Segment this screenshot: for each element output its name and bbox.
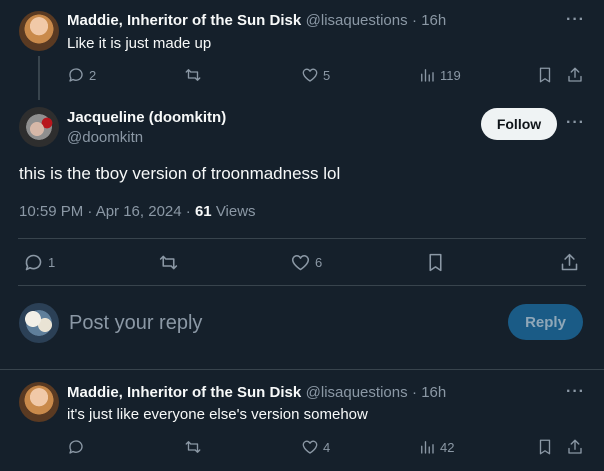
more-icon[interactable]: ···: [566, 11, 585, 29]
share-icon: [566, 438, 584, 456]
timestamp[interactable]: 10:59 PM · Apr 16, 2024 ·: [19, 203, 191, 220]
reply-icon: [67, 438, 85, 456]
tweet-text: it's just like everyone else's version s…: [67, 406, 368, 423]
bookmark-icon: [536, 438, 554, 456]
follow-button[interactable]: Follow: [481, 108, 557, 140]
share-icon: [559, 252, 580, 273]
divider: [18, 238, 586, 239]
handle[interactable]: @lisaquestions: [306, 12, 408, 29]
analytics-icon: [418, 66, 436, 84]
tweet-header: Maddie, Inheritor of the Sun Disk @lisaq…: [67, 12, 446, 30]
tweet-header: Maddie, Inheritor of the Sun Disk @lisaq…: [67, 384, 446, 402]
heart-icon: [301, 438, 319, 456]
bookmark-button[interactable]: [536, 66, 554, 84]
heart-icon: [301, 66, 319, 84]
avatar[interactable]: [19, 382, 59, 422]
bookmark-icon: [425, 252, 446, 273]
reply-icon: [67, 66, 85, 84]
views-label: Views: [215, 203, 256, 220]
retweet-button[interactable]: [184, 438, 202, 456]
handle[interactable]: @doomkitn: [67, 129, 143, 146]
reply-count: 2: [89, 67, 97, 83]
views-count: 119: [440, 67, 461, 83]
like-count: 6: [315, 255, 323, 270]
like-button[interactable]: 6: [290, 252, 322, 273]
like-count: 4: [323, 439, 331, 455]
avatar[interactable]: [19, 107, 59, 147]
reply-icon: [23, 252, 44, 273]
reply-button[interactable]: 2: [67, 66, 96, 84]
like-count: 5: [323, 67, 331, 83]
heart-icon: [290, 252, 311, 273]
analytics-icon: [418, 438, 436, 456]
share-icon: [566, 66, 584, 84]
views-count: 42: [440, 439, 455, 455]
like-button[interactable]: 5: [301, 66, 330, 84]
avatar[interactable]: [19, 11, 59, 51]
share-button[interactable]: [566, 438, 584, 456]
section-divider: [0, 369, 604, 370]
reply-count: 1: [48, 255, 56, 270]
retweet-icon: [184, 438, 202, 456]
more-icon[interactable]: ···: [566, 114, 585, 132]
divider: [18, 285, 586, 286]
retweet-icon: [158, 252, 179, 273]
share-button[interactable]: [559, 252, 580, 273]
post-time[interactable]: · 16h: [412, 12, 446, 29]
bookmark-button[interactable]: [425, 252, 446, 273]
retweet-icon: [184, 66, 202, 84]
bookmark-icon: [536, 66, 554, 84]
views-count: 61: [194, 203, 212, 220]
display-name[interactable]: Jacqueline (doomkitn): [67, 109, 226, 126]
tweet-text: this is the tboy version of troonmadness…: [19, 164, 341, 183]
tweet-text: Like it is just made up: [67, 35, 212, 52]
reply-button[interactable]: [67, 438, 85, 456]
more-icon[interactable]: ···: [566, 383, 585, 401]
views-button[interactable]: 42: [418, 438, 454, 456]
views-button[interactable]: 119: [418, 66, 461, 84]
handle[interactable]: @lisaquestions: [306, 384, 408, 401]
share-button[interactable]: [566, 66, 584, 84]
thread-line: [38, 56, 40, 100]
reply-input[interactable]: [69, 310, 489, 336]
display-name[interactable]: Maddie, Inheritor of the Sun Disk: [67, 384, 301, 401]
post-time[interactable]: · 16h: [412, 384, 446, 401]
avatar: [19, 303, 59, 343]
display-name[interactable]: Maddie, Inheritor of the Sun Disk: [67, 12, 301, 29]
reply-button[interactable]: 1: [23, 252, 55, 273]
reply-submit-button[interactable]: Reply: [508, 304, 583, 340]
retweet-button[interactable]: [184, 66, 202, 84]
like-button[interactable]: 4: [301, 438, 330, 456]
tweet-timestamp-row: 10:59 PM · Apr 16, 2024 · 61 Views: [19, 203, 256, 220]
bookmark-button[interactable]: [536, 438, 554, 456]
retweet-button[interactable]: [158, 252, 179, 273]
